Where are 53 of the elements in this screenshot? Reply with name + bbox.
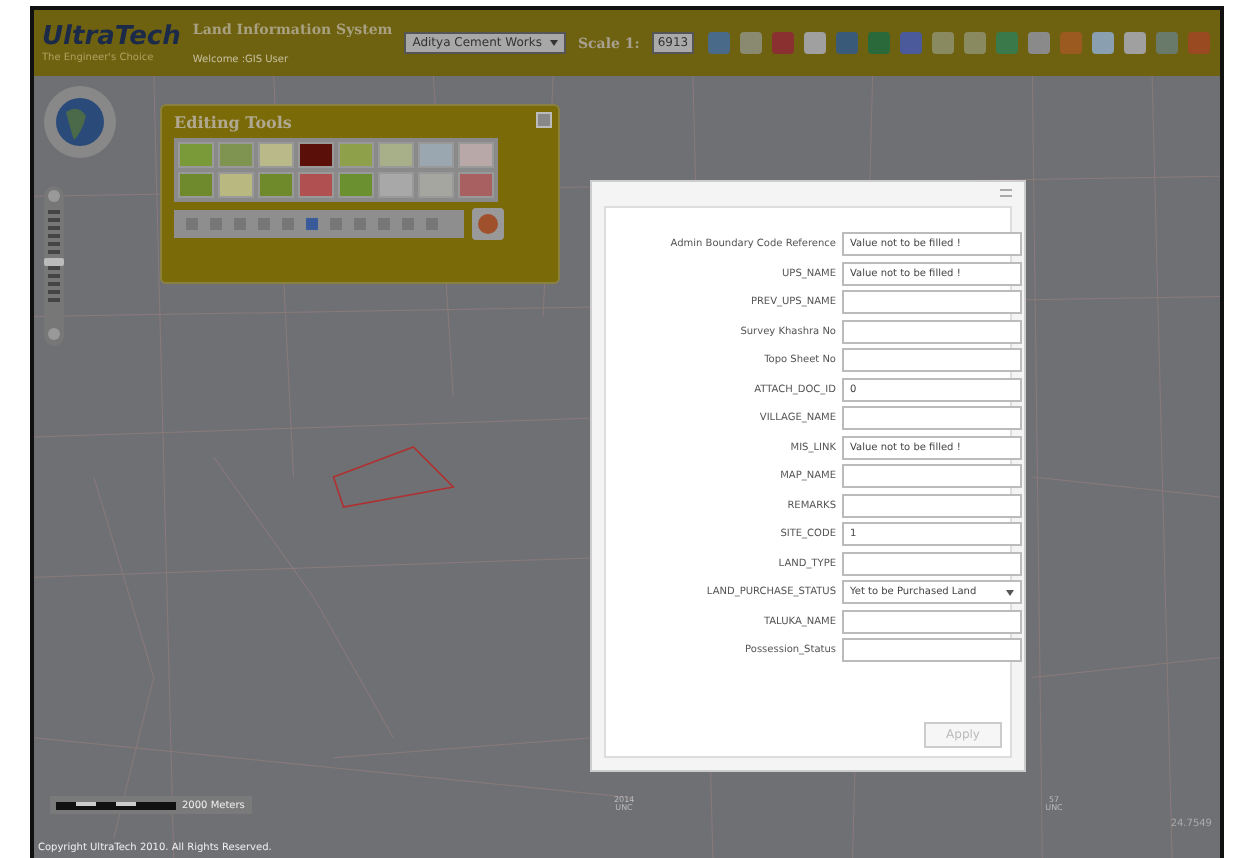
- color-swatch[interactable]: [418, 172, 454, 198]
- toolbar-icon[interactable]: [1058, 30, 1085, 56]
- close-icon[interactable]: [1000, 188, 1012, 198]
- color-swatch[interactable]: [178, 142, 214, 168]
- close-icon[interactable]: [536, 112, 552, 128]
- toolbar-icon[interactable]: [706, 30, 733, 56]
- input-field[interactable]: [842, 290, 1022, 314]
- input-field[interactable]: [842, 348, 1022, 372]
- color-swatch[interactable]: [298, 142, 334, 168]
- globe-icon[interactable]: [42, 84, 118, 160]
- input-field[interactable]: [842, 609, 1022, 633]
- paint-icon[interactable]: [472, 208, 504, 240]
- color-swatch[interactable]: [258, 142, 294, 168]
- caret-icon: [1006, 589, 1014, 595]
- toolbar-icon[interactable]: [930, 30, 957, 56]
- input-field[interactable]: [842, 638, 1022, 662]
- color-swatch[interactable]: [258, 172, 294, 198]
- input-field[interactable]: [842, 551, 1022, 575]
- color-swatch[interactable]: [378, 142, 414, 168]
- color-swatch[interactable]: [178, 172, 214, 198]
- color-swatch[interactable]: [458, 172, 494, 198]
- toolbar-icon[interactable]: [770, 30, 797, 56]
- color-swatch[interactable]: [338, 142, 374, 168]
- logo: UltraTech: [42, 22, 181, 52]
- toolbar-icon[interactable]: [994, 30, 1021, 56]
- input-field[interactable]: [842, 319, 1022, 343]
- toolbar-icon[interactable]: [962, 30, 989, 56]
- color-swatch[interactable]: [378, 172, 414, 198]
- input-field[interactable]: [842, 493, 1022, 517]
- input-field[interactable]: [842, 406, 1022, 430]
- color-swatch[interactable]: [338, 172, 374, 198]
- caret-icon: [549, 40, 558, 46]
- color-swatch[interactable]: [218, 172, 254, 198]
- color-swatch[interactable]: [218, 142, 254, 168]
- toolbar-icon[interactable]: [802, 30, 829, 56]
- color-swatch[interactable]: [418, 142, 454, 168]
- zoom-slider[interactable]: [42, 186, 66, 346]
- input-field[interactable]: [842, 464, 1022, 488]
- zoom-thumb[interactable]: [44, 258, 64, 266]
- toolbar-icon[interactable]: [738, 30, 765, 56]
- edit-toolbar[interactable]: [174, 210, 464, 238]
- toolbar-icon[interactable]: [1186, 30, 1213, 56]
- toolbar-icon[interactable]: [1090, 30, 1117, 56]
- toolbar-icon[interactable]: [866, 30, 893, 56]
- toolbar-icon[interactable]: [1154, 30, 1181, 56]
- toolbar-icon[interactable]: [898, 30, 925, 56]
- color-swatch[interactable]: [458, 142, 494, 168]
- toolbar-icon[interactable]: [1122, 30, 1149, 56]
- panel-title: Editing Tools: [174, 112, 292, 132]
- toolbar-icon[interactable]: [1026, 30, 1053, 56]
- scale-ruler-icon: [56, 801, 176, 809]
- color-swatch[interactable]: [298, 172, 334, 198]
- toolbar-icon[interactable]: [834, 30, 861, 56]
